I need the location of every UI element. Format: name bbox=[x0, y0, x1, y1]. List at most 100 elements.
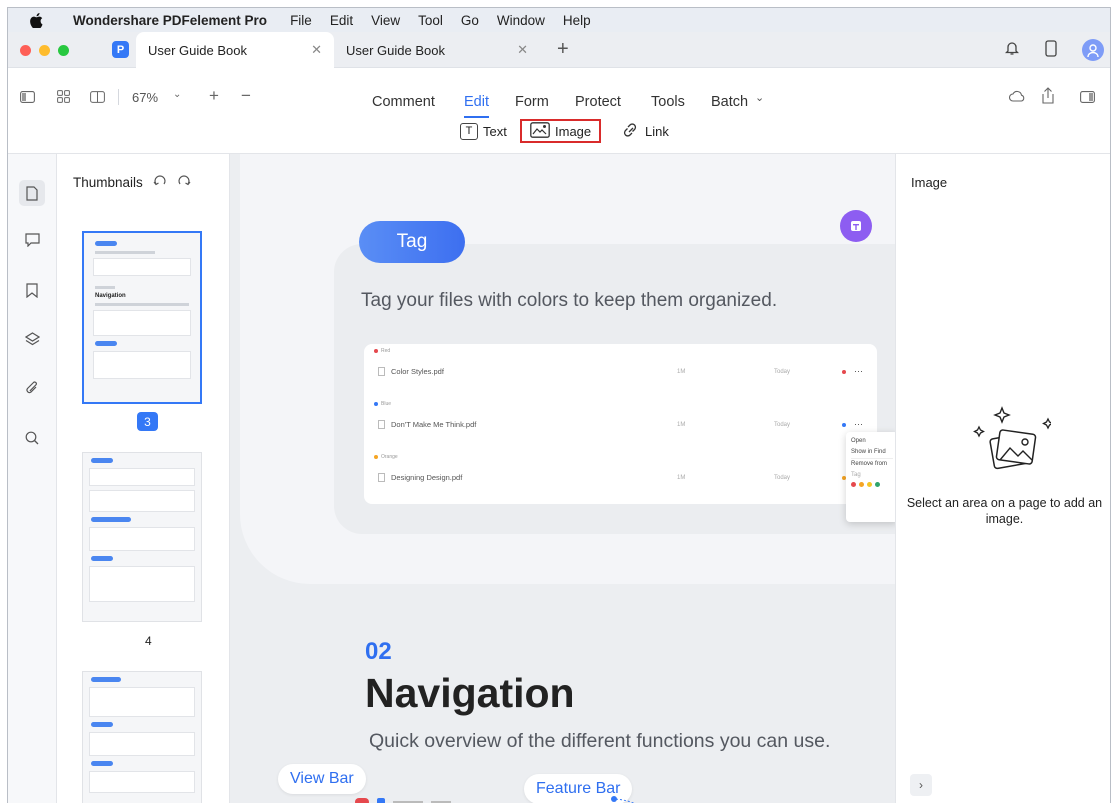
thumb-mark bbox=[89, 490, 195, 512]
section-title: Navigation bbox=[365, 670, 575, 716]
category-label: Blue bbox=[381, 401, 392, 407]
tab-protect[interactable]: Protect bbox=[575, 94, 621, 110]
thumb-mark bbox=[91, 458, 113, 463]
zoom-window-button[interactable] bbox=[58, 45, 69, 56]
close-tab-icon[interactable]: ✕ bbox=[311, 42, 322, 58]
file-list-preview: Red Color Styles.pdf 1M Today ··· Blue D… bbox=[364, 344, 877, 504]
tab-form[interactable]: Form bbox=[515, 94, 549, 110]
more-icon: ··· bbox=[854, 419, 863, 429]
more-icon: ··· bbox=[854, 366, 863, 376]
attachment-icon[interactable] bbox=[22, 378, 42, 398]
file-name: Designing Design.pdf bbox=[378, 473, 462, 482]
rotate-right-icon[interactable] bbox=[177, 174, 191, 190]
ctx-item: Tag bbox=[851, 472, 861, 478]
page-thumbnail-4[interactable] bbox=[82, 452, 202, 622]
menu-help[interactable]: Help bbox=[554, 13, 600, 28]
window-controls bbox=[20, 45, 69, 56]
tab-label: User Guide Book bbox=[148, 42, 247, 58]
file-icon bbox=[378, 420, 385, 429]
document-canvas[interactable]: Tag Tag your files with colors to keep t… bbox=[230, 154, 895, 803]
menu-edit[interactable]: Edit bbox=[321, 13, 362, 28]
avatar[interactable] bbox=[1082, 39, 1104, 61]
zoom-level[interactable]: 67% bbox=[132, 90, 158, 105]
file-icon bbox=[378, 473, 385, 482]
new-tab-icon[interactable]: + bbox=[557, 38, 569, 61]
app-name-menu[interactable]: Wondershare PDFelement Pro bbox=[64, 13, 281, 28]
color-dot bbox=[374, 402, 378, 406]
page-number-3[interactable]: 3 bbox=[137, 412, 158, 431]
add-text-button[interactable]: T Text bbox=[460, 119, 507, 143]
app-window: Wondershare PDFelement Pro File Edit Vie… bbox=[7, 7, 1111, 803]
bookmark-icon[interactable] bbox=[22, 280, 42, 300]
tag-description: Tag your files with colors to keep them … bbox=[361, 290, 778, 311]
thumb-mark bbox=[91, 517, 131, 522]
apple-icon[interactable] bbox=[8, 12, 64, 28]
thumb-mark bbox=[91, 722, 113, 727]
file-size: 1M bbox=[677, 422, 686, 428]
menu-tool[interactable]: Tool bbox=[409, 13, 452, 28]
context-menu-preview: Open Show in Find Remove from Tag bbox=[846, 432, 895, 522]
tab-tools[interactable]: Tools bbox=[651, 94, 685, 110]
tab-user-guide-book-1[interactable]: User Guide Book ✕ bbox=[136, 32, 334, 68]
thumb-mark bbox=[89, 771, 195, 793]
tab-comment[interactable]: Comment bbox=[372, 94, 435, 110]
tab-user-guide-book-2[interactable]: User Guide Book ✕ bbox=[334, 32, 540, 68]
page-number-4[interactable]: 4 bbox=[145, 634, 152, 648]
add-link-label: Link bbox=[645, 123, 669, 139]
thumb-mark bbox=[89, 468, 195, 486]
file-size: 1M bbox=[677, 475, 686, 481]
menu-file[interactable]: File bbox=[281, 13, 321, 28]
grid-view-icon[interactable] bbox=[57, 90, 70, 106]
add-image-button[interactable]: Image bbox=[520, 119, 602, 143]
zoom-dropdown-chevron-icon[interactable]: ⌄ bbox=[173, 89, 181, 100]
app-logo-icon: P bbox=[112, 41, 129, 58]
collapse-panel-chevron-icon[interactable]: › bbox=[910, 774, 932, 796]
tab-label: User Guide Book bbox=[346, 42, 445, 58]
tab-edit[interactable]: Edit bbox=[464, 94, 489, 118]
file-icon bbox=[378, 367, 385, 376]
share-icon[interactable] bbox=[1041, 87, 1055, 107]
thumb-mark bbox=[93, 258, 191, 276]
batch-chevron-icon[interactable]: ⌄ bbox=[755, 91, 764, 104]
section-description: Quick overview of the different function… bbox=[369, 730, 831, 752]
thumb-mark bbox=[91, 556, 113, 561]
zoom-in-icon[interactable]: + bbox=[209, 86, 219, 106]
color-dot bbox=[374, 455, 378, 459]
sidebar-toggle-icon[interactable] bbox=[20, 91, 35, 106]
add-image-illustration-icon bbox=[973, 406, 1051, 470]
page-thumbnails-icon[interactable] bbox=[19, 180, 45, 206]
bell-icon[interactable] bbox=[1004, 40, 1020, 59]
file-row: Blue Don'T Make Me Think.pdf 1M Today ··… bbox=[364, 397, 877, 449]
thumb-mark bbox=[89, 527, 195, 551]
page-thumbnail-3[interactable]: Navigation bbox=[82, 231, 202, 404]
rotate-left-icon[interactable] bbox=[153, 174, 167, 190]
image-properties-panel: Image Select an area on a page to add an… bbox=[895, 154, 1110, 803]
add-link-button[interactable]: Link bbox=[621, 119, 669, 143]
ctx-color-dots bbox=[851, 481, 893, 492]
layers-icon[interactable] bbox=[22, 329, 42, 349]
page-layout-icon[interactable] bbox=[90, 91, 105, 106]
text-tool-icon: T bbox=[460, 122, 478, 140]
section-number: 02 bbox=[365, 638, 392, 665]
menu-go[interactable]: Go bbox=[452, 13, 488, 28]
file-category: Blue bbox=[374, 401, 391, 407]
tab-batch[interactable]: Batch bbox=[711, 94, 748, 110]
zoom-out-icon[interactable]: − bbox=[241, 86, 251, 106]
search-icon[interactable] bbox=[22, 428, 42, 448]
close-window-button[interactable] bbox=[20, 45, 31, 56]
cloud-icon[interactable] bbox=[1008, 90, 1025, 105]
menu-view[interactable]: View bbox=[362, 13, 409, 28]
close-tab-icon[interactable]: ✕ bbox=[517, 42, 528, 58]
right-panel-toggle-icon[interactable] bbox=[1080, 91, 1095, 106]
page-thumbnail-5[interactable] bbox=[82, 671, 202, 803]
ctx-item: Open bbox=[851, 438, 866, 444]
thumbnails-header: Thumbnails bbox=[73, 174, 191, 190]
thumb-mark bbox=[95, 303, 189, 306]
device-icon[interactable] bbox=[1045, 40, 1057, 60]
minimize-window-button[interactable] bbox=[39, 45, 50, 56]
file-name-label: Color Styles.pdf bbox=[391, 367, 444, 376]
toolbar-divider bbox=[118, 89, 119, 105]
menu-window[interactable]: Window bbox=[488, 13, 554, 28]
thumb-mark bbox=[93, 351, 191, 379]
comment-icon[interactable] bbox=[22, 230, 42, 250]
